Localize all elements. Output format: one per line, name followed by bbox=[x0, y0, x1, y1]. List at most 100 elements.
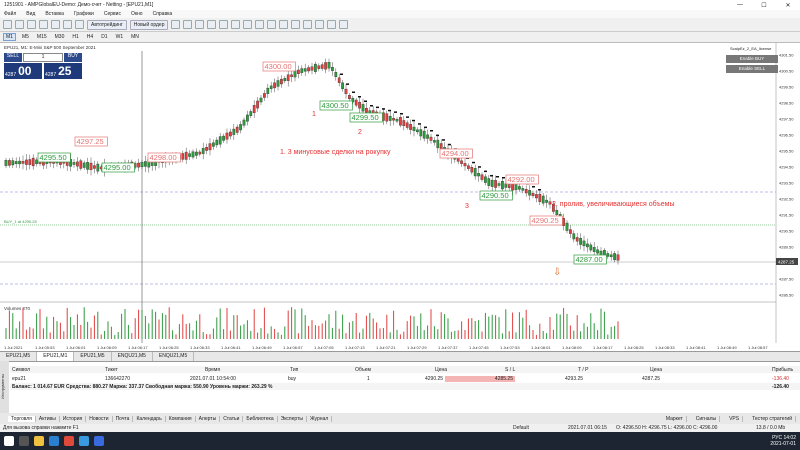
candle bbox=[215, 139, 219, 146]
tf-m5[interactable]: M5 bbox=[20, 34, 31, 40]
cursor-icon[interactable] bbox=[279, 20, 289, 29]
candle-chart-icon[interactable] bbox=[207, 20, 217, 29]
market-link[interactable]: Маркет bbox=[663, 415, 687, 422]
indicators-icon[interactable] bbox=[255, 20, 265, 29]
tab-journal[interactable]: Журнал bbox=[307, 415, 333, 422]
chart-tab-epu21-m5[interactable]: EPU21,M5 bbox=[0, 352, 38, 361]
tab-news[interactable]: Новости bbox=[86, 415, 113, 422]
position-row[interactable]: epu21 136642270 2021.07.01 10:54:00 buy … bbox=[10, 375, 800, 382]
terminal-icon[interactable] bbox=[51, 20, 60, 29]
menu-help[interactable]: Справка bbox=[153, 11, 173, 17]
vps-link[interactable]: VPS bbox=[726, 415, 744, 422]
enable-sell-button[interactable]: Enable SELL bbox=[726, 65, 778, 73]
tab-assets[interactable]: Активы bbox=[36, 415, 60, 422]
hline-icon[interactable] bbox=[315, 20, 325, 29]
terminal-app-icon[interactable] bbox=[79, 436, 89, 446]
buy-button[interactable]: BUY bbox=[64, 53, 82, 62]
close-button[interactable]: ✕ bbox=[776, 2, 800, 9]
trendline-icon[interactable] bbox=[303, 20, 313, 29]
bar-chart-icon[interactable] bbox=[195, 20, 205, 29]
new-chart-icon[interactable] bbox=[3, 20, 12, 29]
chart-tab-enqu21-m5-2[interactable]: ENQU21,M5 bbox=[153, 352, 195, 361]
candle bbox=[208, 143, 212, 151]
sell-button[interactable]: SELL bbox=[4, 53, 22, 62]
zoom-in-icon[interactable] bbox=[171, 20, 181, 29]
lot-input[interactable]: 1 bbox=[23, 53, 63, 62]
tf-h4[interactable]: H4 bbox=[85, 34, 95, 40]
tab-experts[interactable]: Эксперты bbox=[278, 415, 307, 422]
chrome-icon[interactable] bbox=[64, 436, 74, 446]
price-tick: 4297.50 bbox=[779, 117, 794, 122]
text-icon[interactable] bbox=[327, 20, 337, 29]
tf-m1[interactable]: M1 bbox=[3, 33, 16, 41]
candle bbox=[137, 162, 140, 168]
candle bbox=[487, 178, 491, 186]
tab-alerts[interactable]: Алерты bbox=[196, 415, 221, 422]
timeframe-bar: M1 M5 M15 M30 H1 H4 D1 W1 MN bbox=[0, 32, 800, 43]
sl-cell[interactable]: 4285.25 bbox=[445, 375, 515, 382]
new-order-button[interactable]: Новый ордер bbox=[129, 19, 169, 30]
editor-icon[interactable] bbox=[75, 20, 84, 29]
status-profile: Default bbox=[513, 425, 529, 431]
navigator-icon[interactable] bbox=[39, 20, 48, 29]
minimize-button[interactable]: — bbox=[728, 2, 752, 8]
tf-mn[interactable]: MN bbox=[129, 34, 141, 40]
candle bbox=[218, 136, 222, 145]
enable-buy-button[interactable]: Enable BUY bbox=[726, 55, 778, 63]
candle bbox=[331, 67, 334, 71]
menu-insert[interactable]: Вставка bbox=[45, 11, 64, 17]
time-tick: 1 Jul 08:01 bbox=[531, 345, 551, 350]
tf-m15[interactable]: M15 bbox=[35, 34, 49, 40]
ask-price[interactable]: 4287 25 bbox=[44, 63, 82, 79]
search-icon[interactable] bbox=[19, 436, 29, 446]
menu-view[interactable]: Вид bbox=[26, 11, 35, 17]
chart-tab-epu21-m1[interactable]: EPU21,M1 bbox=[37, 352, 75, 361]
tab-company[interactable]: Компания bbox=[166, 415, 196, 422]
candle bbox=[531, 192, 535, 197]
signals-link[interactable]: Сигналы bbox=[693, 415, 721, 422]
maximize-button[interactable]: ☐ bbox=[752, 2, 776, 9]
menu-charts[interactable]: Графики bbox=[74, 11, 94, 17]
zoom-out-icon[interactable] bbox=[183, 20, 193, 29]
tab-articles[interactable]: Статьи bbox=[220, 415, 244, 422]
algo-trading-button[interactable]: Автотрейдинг bbox=[87, 19, 127, 30]
menu-file[interactable]: Файл bbox=[4, 11, 16, 17]
mail-icon[interactable] bbox=[94, 436, 104, 446]
autoscroll-icon[interactable] bbox=[231, 20, 241, 29]
explorer-icon[interactable] bbox=[34, 436, 44, 446]
shapes-icon[interactable] bbox=[339, 20, 349, 29]
market-watch-icon[interactable] bbox=[27, 20, 36, 29]
tf-m30[interactable]: M30 bbox=[53, 34, 67, 40]
crosshair-icon[interactable] bbox=[291, 20, 301, 29]
system-tray[interactable]: РУС 14:02 2021-07-01 bbox=[770, 435, 800, 447]
status-ping: 13.8 / 0.0 Mb bbox=[756, 425, 786, 431]
line-chart-icon[interactable] bbox=[219, 20, 229, 29]
tf-h1[interactable]: H1 bbox=[70, 34, 80, 40]
candle bbox=[14, 161, 18, 165]
strategy-tester-link[interactable]: Тестер стратегий bbox=[749, 415, 796, 422]
tf-d1[interactable]: D1 bbox=[99, 34, 109, 40]
chart-shift-icon[interactable] bbox=[243, 20, 253, 29]
tester-icon[interactable] bbox=[63, 20, 72, 29]
candle bbox=[579, 238, 582, 245]
candle bbox=[290, 74, 293, 77]
menu-tools[interactable]: Сервис bbox=[104, 11, 121, 17]
chart-tab-enqu21-m5[interactable]: ENQU21,M5 bbox=[112, 352, 153, 361]
tf-w1[interactable]: W1 bbox=[114, 34, 126, 40]
tab-history[interactable]: История bbox=[60, 415, 87, 422]
price-chart[interactable]: EPU21, M1: E-Mini S&P 500 September 2021… bbox=[0, 43, 800, 352]
candle bbox=[8, 160, 11, 166]
chart-window[interactable]: EPU21, M1: E-Mini S&P 500 September 2021… bbox=[0, 43, 800, 352]
tab-trade[interactable]: Торговля bbox=[8, 415, 36, 422]
windows-start-icon[interactable] bbox=[4, 436, 14, 446]
bid-price[interactable]: 4287 00 bbox=[4, 63, 42, 79]
templates-icon[interactable] bbox=[267, 20, 277, 29]
edge-icon[interactable] bbox=[49, 436, 59, 446]
toolbox-side-label[interactable]: Инструменты bbox=[0, 361, 9, 413]
chart-tab-epu21-m5-2[interactable]: EPU21,M5 bbox=[74, 352, 112, 361]
tab-library[interactable]: Библиотека bbox=[243, 415, 278, 422]
tab-mail[interactable]: Почта bbox=[113, 415, 134, 422]
profiles-icon[interactable] bbox=[15, 20, 24, 29]
tab-calendar[interactable]: Календарь bbox=[133, 415, 166, 422]
menu-window[interactable]: Окно bbox=[131, 11, 143, 17]
